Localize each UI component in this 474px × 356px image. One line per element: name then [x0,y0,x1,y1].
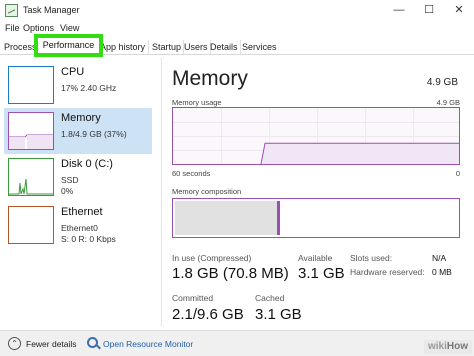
sidebar-item-detail: Ethernet0 [61,223,98,233]
memory-composition-bar [172,198,460,238]
sidebar-item-cpu[interactable]: CPU 17% 2.40 GHz [4,62,152,108]
minimize-button[interactable]: — [390,2,408,18]
memory-thumbnail-graph [8,112,54,150]
composition-modified [278,201,280,235]
sidebar-item-disk[interactable]: Disk 0 (C:) SSD 0% [4,154,152,200]
cached-value: 3.1 GB [255,306,302,323]
memory-usage-line [260,142,459,164]
watermark-prefix: wiki [427,341,447,352]
sidebar-item-label: Ethernet [61,206,103,218]
in-use-value: 1.8 GB (70.8 MB) [172,265,289,282]
available-value: 3.1 GB [298,265,345,282]
disk-thumbnail-graph [8,158,54,196]
window-title: Task Manager [23,5,80,15]
watermark-suffix: How [446,341,468,352]
time-axis-end: 0 [455,169,460,178]
tab-app-history-label: App history [100,42,146,52]
hardware-reserved-value: 0 MB [432,267,452,277]
menu-file[interactable]: File [5,23,20,33]
memory-usage-label: Memory usage [172,98,222,107]
sidebar-item-label: CPU [61,66,85,78]
tab-performance[interactable]: Performance [34,34,103,57]
memory-total: 4.9 GB [426,77,458,88]
memory-usage-area [261,143,459,164]
tab-bar: Processes App history Startup Users Deta… [0,34,474,57]
performance-sidebar: CPU 17% 2.40 GHz Memory 1.8/4.9 GB (37%)… [4,62,154,322]
menu-options[interactable]: Options [23,23,54,33]
time-axis-start: 60 seconds [172,169,211,178]
maximize-button[interactable]: ☐ [420,2,438,18]
sidebar-item-detail: SSD [61,175,79,185]
sidebar-item-detail: 1.8/4.9 GB (37%) [61,129,127,139]
tab-services[interactable]: Services [240,40,279,54]
menu-view[interactable]: View [60,23,79,33]
sidebar-item-detail-2: S: 0 R: 0 Kbps [61,234,116,244]
slots-used-value: N/A [432,253,447,263]
sidebar-item-ethernet[interactable]: Ethernet Ethernet0 S: 0 R: 0 Kbps [4,202,152,248]
available-label: Available [298,253,333,263]
cached-label: Cached [255,293,285,303]
wikihow-watermark: wikiHow [423,340,472,354]
committed-label: Committed [172,293,214,303]
sidebar-item-label: Memory [61,112,101,124]
sidebar-item-detail: 17% 2.40 GHz [61,83,117,93]
tab-startup[interactable]: Startup [150,40,185,54]
cpu-thumbnail-graph [8,66,54,104]
composition-in-use [175,201,278,235]
ethernet-thumbnail-graph [8,206,54,244]
open-resource-monitor-link[interactable]: Open Resource Monitor [103,339,193,349]
chevron-up-icon[interactable]: ⌃ [8,337,21,350]
memory-usage-max: 4.9 GB [436,98,460,107]
resource-monitor-icon[interactable] [87,337,98,348]
committed-value: 2.1/9.6 GB [172,306,244,323]
memory-thumb-line [9,134,53,149]
in-use-label: In use (Compressed) [172,253,252,263]
footer-bar: ⌃ Fewer details Open Resource Monitor wi… [0,330,474,356]
slots-used-label: Slots used: [350,253,393,263]
tab-details[interactable]: Details [208,40,241,54]
sidebar-divider [161,58,162,326]
sidebar-item-label: Disk 0 (C:) [61,158,113,170]
title-bar: Task Manager — ☐ ✕ [0,0,474,22]
page-title: Memory [172,67,248,90]
hardware-reserved-label: Hardware reserved: [350,267,425,277]
fewer-details-button[interactable]: Fewer details [26,339,77,349]
sidebar-item-memory[interactable]: Memory 1.8/4.9 GB (37%) [4,108,152,154]
task-manager-icon [5,4,18,17]
close-button[interactable]: ✕ [450,2,468,18]
memory-usage-graph [172,107,460,165]
memory-composition-label: Memory composition [172,187,242,196]
tab-users[interactable]: Users [182,40,211,54]
disk-thumb-line [9,178,53,195]
tab-app-history[interactable]: App history [98,40,149,54]
sidebar-item-detail-2: 0% [61,186,74,196]
